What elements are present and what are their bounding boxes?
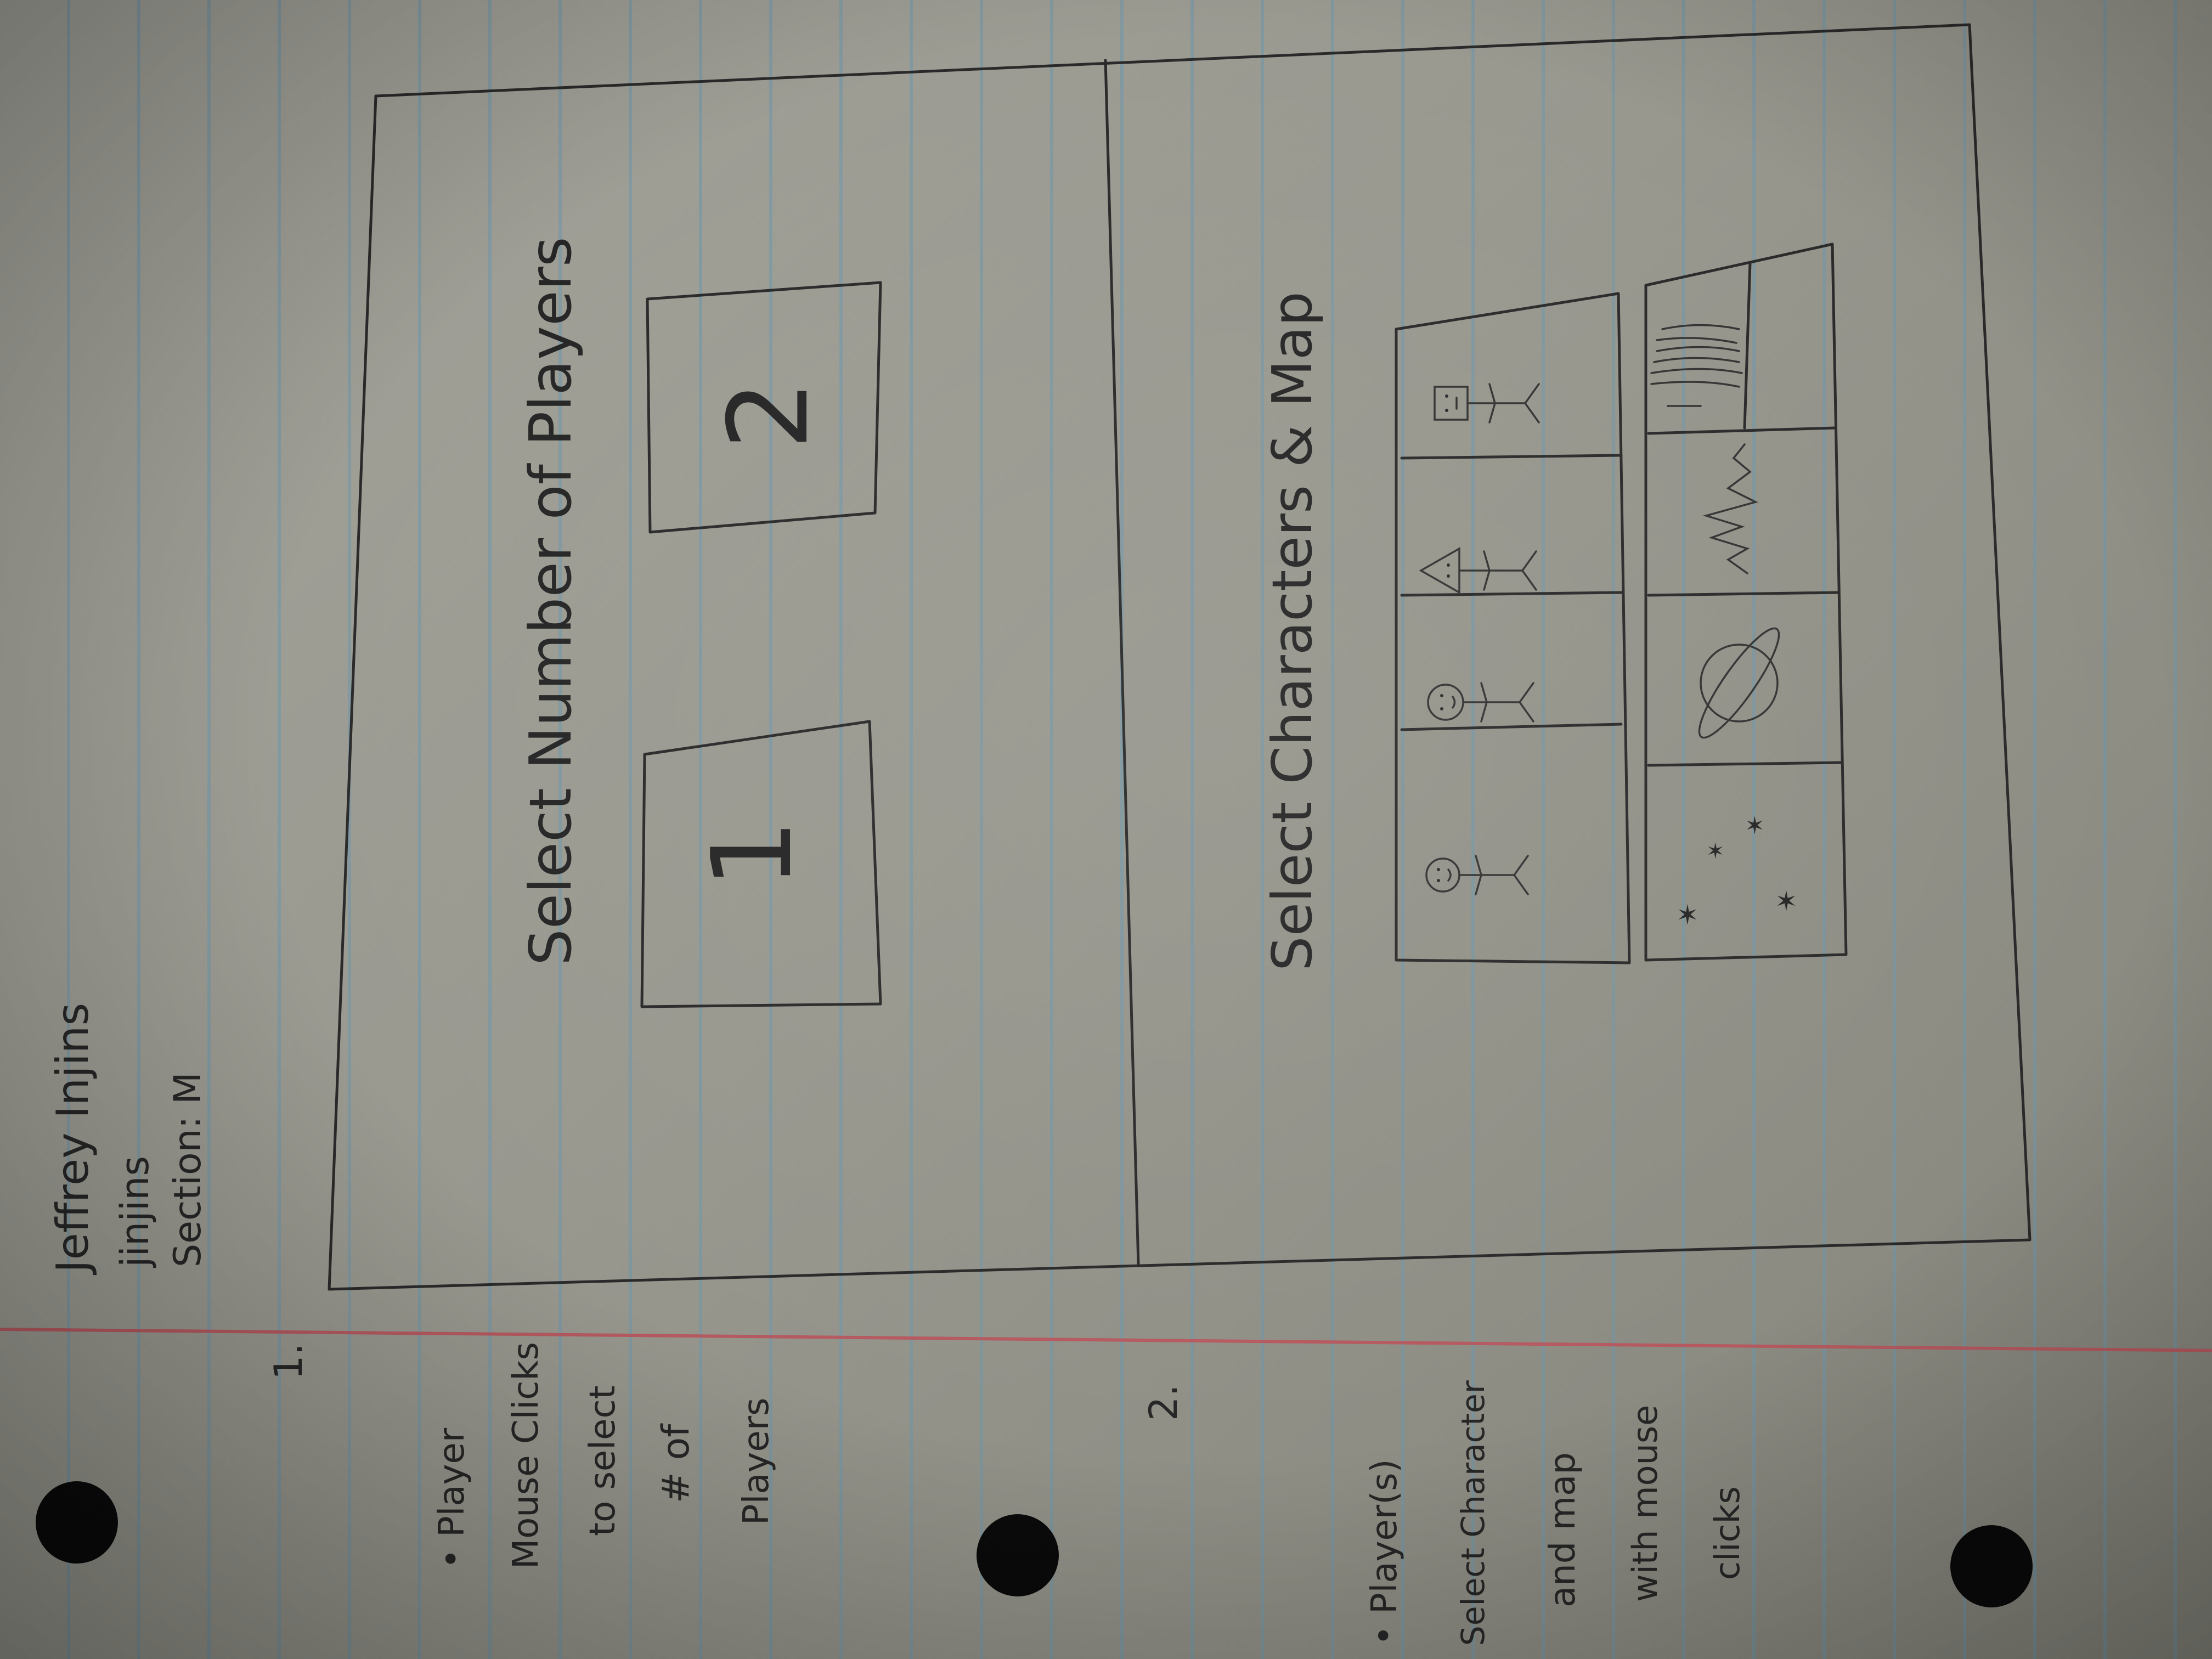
note1-line4: # of [654,1423,698,1503]
screen1-title: Select Number of Players [517,237,584,966]
character-2[interactable] [1427,682,1534,723]
note2-line1: • Player(s) [1364,1459,1405,1646]
note2-line2: Select Character [1454,1380,1492,1646]
option-1-label: 1 [689,819,816,889]
note2-line3: and map [1543,1452,1583,1607]
option-2-label: 2 [705,380,833,450]
map-strip [1644,242,1848,962]
wireframe-divider [1104,59,1140,1266]
svg-text:✶: ✶ [1745,812,1765,840]
character-4[interactable] [1434,383,1540,424]
note1-line2: Mouse Clicks [506,1342,546,1569]
header-username: jinjins [112,1156,157,1268]
map-planet[interactable] [1689,620,1790,746]
svg-text:✶: ✶ [1706,839,1725,864]
svg-text:✶: ✶ [1775,885,1798,917]
map-mountains[interactable] [1702,443,1758,574]
header-section: Section: M [166,1072,210,1267]
screen1-number: 1. [266,1343,311,1380]
note1-line3: to select [583,1385,623,1536]
map-forest[interactable] [1650,324,1743,407]
note2-line4: with mouse [1625,1405,1665,1602]
sketch-canvas: ✶ ✶ ✶ ✶ Jeffrey Injins jinjins Section: … [47,23,2032,1646]
screen2-title: Select Characters & Map [1260,291,1324,971]
note1-line5: Players [736,1398,777,1526]
screen2-number: 2. [1141,1384,1186,1421]
character-3[interactable] [1419,546,1537,595]
character-1[interactable] [1425,855,1529,895]
wireframe-outer-frame [328,23,2032,1291]
header-name: Jeffrey Injins [47,1003,98,1276]
svg-text:✶: ✶ [1676,899,1699,931]
note2-line5: clicks [1707,1486,1747,1580]
note1-line1: • Player [432,1427,472,1569]
map-space[interactable]: ✶ ✶ ✶ ✶ [1676,812,1798,931]
